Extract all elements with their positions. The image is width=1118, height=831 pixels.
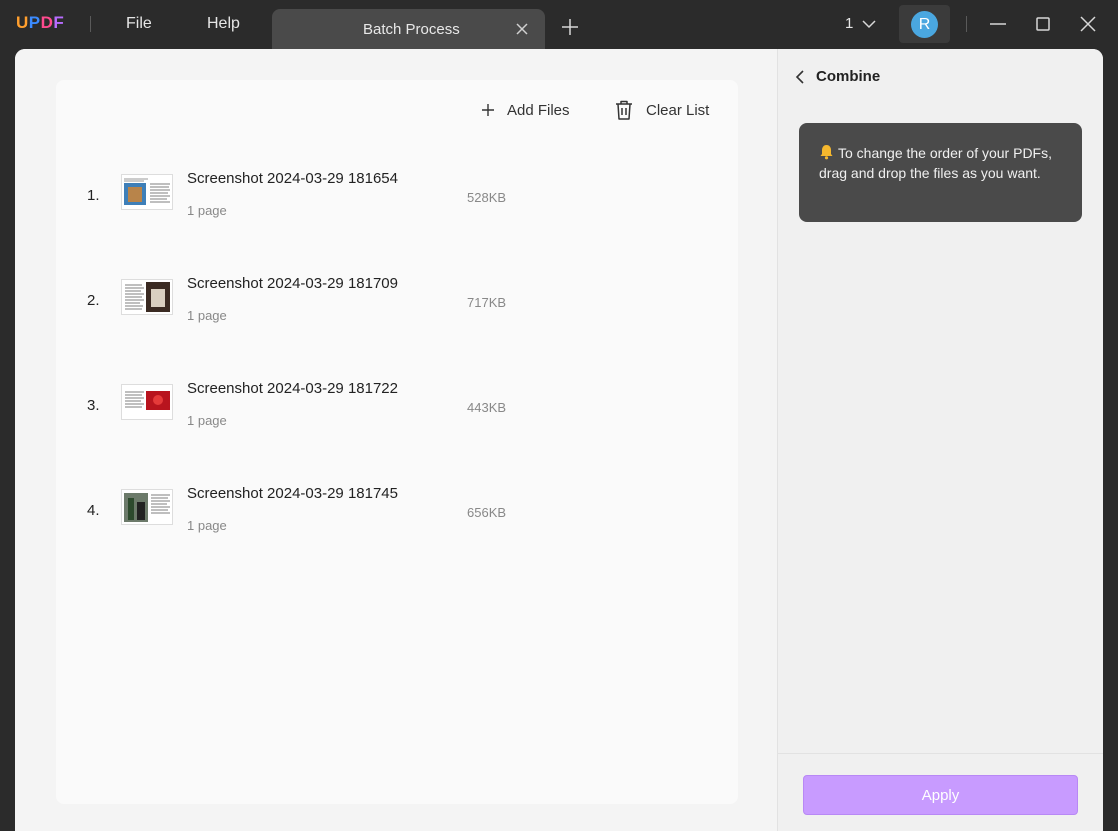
tab-label: Batch Process: [363, 21, 460, 38]
divider: [966, 16, 967, 32]
avatar: R: [911, 11, 938, 38]
logo-letter-p: P: [28, 13, 41, 32]
title-bar: U P D F File Help Batch Process 1 R: [0, 0, 1118, 49]
file-size: 656KB: [467, 505, 507, 520]
logo-letter-f: F: [53, 13, 65, 32]
trash-icon: [616, 100, 632, 120]
chevron-down-icon[interactable]: [861, 17, 877, 31]
file-page-count: 1 page: [187, 413, 227, 428]
add-files-button[interactable]: Add Files: [481, 98, 570, 122]
updf-logo[interactable]: U P D F: [16, 13, 64, 33]
file-name: Screenshot 2024-03-29 181709: [187, 275, 398, 292]
panel-footer: Apply: [778, 753, 1103, 831]
file-page-count: 1 page: [187, 518, 227, 533]
menu-file[interactable]: File: [126, 15, 152, 33]
row-number: 3.: [87, 397, 100, 414]
file-size: 443KB: [467, 400, 507, 415]
maximize-icon[interactable]: [1033, 14, 1053, 34]
file-thumbnail: [121, 174, 173, 210]
file-name: Screenshot 2024-03-29 181654: [187, 170, 398, 187]
minimize-icon[interactable]: [988, 14, 1008, 34]
window-count[interactable]: 1: [845, 15, 853, 32]
close-icon[interactable]: [514, 21, 530, 37]
logo-letter-u: U: [16, 13, 29, 32]
menu-help[interactable]: Help: [207, 15, 240, 33]
file-row[interactable]: 1. Screenshot 2024-03-29 181654 1 page 5…: [56, 170, 738, 230]
add-files-label: Add Files: [507, 101, 570, 119]
tip-text: To change the order of your PDFs, drag a…: [819, 145, 1052, 181]
file-name: Screenshot 2024-03-29 181722: [187, 380, 398, 397]
apply-button[interactable]: Apply: [803, 775, 1078, 815]
file-size: 528KB: [467, 190, 507, 205]
file-thumbnail: [121, 384, 173, 420]
tab-batch-process[interactable]: Batch Process: [272, 9, 545, 49]
combine-panel: Combine To change the order of your PDFs…: [777, 49, 1103, 831]
file-size: 717KB: [467, 295, 507, 310]
file-name: Screenshot 2024-03-29 181745: [187, 485, 398, 502]
file-list: Add Files Clear List 1. Screenshot 2024-…: [56, 80, 738, 804]
row-number: 2.: [87, 292, 100, 309]
file-row[interactable]: 4. Screenshot 2024-03-29 181745 1 page 6…: [56, 485, 738, 545]
close-window-icon[interactable]: [1078, 14, 1098, 34]
file-thumbnail: [121, 279, 173, 315]
clear-list-label: Clear List: [646, 101, 710, 119]
tip-box: To change the order of your PDFs, drag a…: [799, 123, 1082, 222]
file-list-panel: Add Files Clear List 1. Screenshot 2024-…: [15, 49, 777, 831]
file-page-count: 1 page: [187, 203, 227, 218]
file-page-count: 1 page: [187, 308, 227, 323]
main-content: Add Files Clear List 1. Screenshot 2024-…: [15, 49, 1103, 831]
file-row[interactable]: 2. Screenshot 2024-03-29 181709 1 page 7…: [56, 275, 738, 335]
logo-letter-d: D: [40, 13, 54, 32]
plus-icon[interactable]: [561, 18, 579, 36]
chevron-left-icon[interactable]: [794, 70, 806, 84]
file-row[interactable]: 3. Screenshot 2024-03-29 181722 1 page 4…: [56, 380, 738, 440]
bell-icon: [820, 145, 833, 160]
account-button[interactable]: R: [899, 5, 950, 43]
file-thumbnail: [121, 489, 173, 525]
clear-list-button[interactable]: Clear List: [614, 98, 709, 122]
row-number: 4.: [87, 502, 100, 519]
plus-icon: [482, 104, 494, 116]
panel-title: Combine: [816, 68, 881, 85]
divider: [90, 16, 91, 32]
row-number: 1.: [87, 187, 100, 204]
